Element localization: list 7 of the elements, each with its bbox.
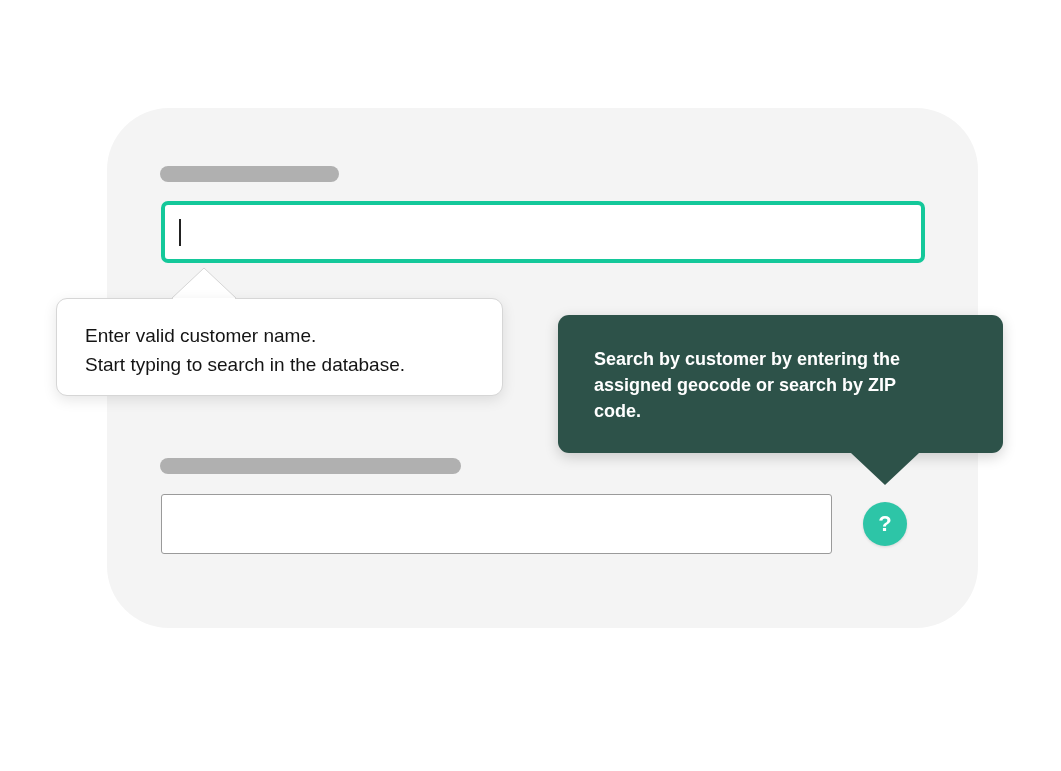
tooltip-text: Start typing to search in the database. xyxy=(85,353,407,377)
tooltip-text: Search by customer by entering the assigned geocode or search by ZIP code. xyxy=(594,348,902,423)
text-cursor xyxy=(179,218,181,246)
help-button[interactable]: ? xyxy=(863,502,907,546)
tooltip-text: Enter valid customer name. xyxy=(85,324,318,348)
input-field[interactable] xyxy=(161,494,832,554)
input-field[interactable] xyxy=(161,201,925,263)
